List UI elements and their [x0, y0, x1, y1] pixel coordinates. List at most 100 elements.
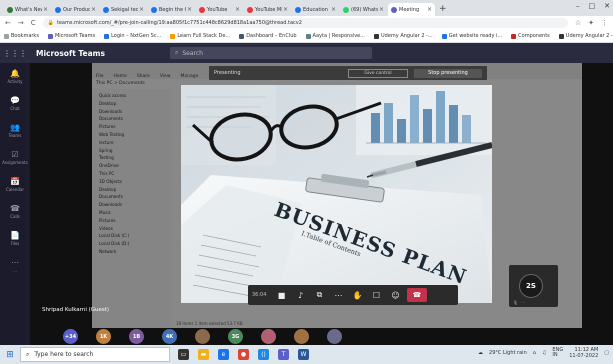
rail-item[interactable]: ☎ Calls [0, 198, 30, 225]
taskbar-search-input[interactable]: ⌕ Type here to search [20, 347, 170, 362]
clock[interactable]: 11:12 AM 11-07-2022 [569, 347, 598, 359]
network-icon[interactable]: ⌂ [533, 350, 536, 356]
participant-avatar[interactable] [327, 329, 342, 344]
participant-avatar[interactable]: 4K [162, 329, 177, 344]
tab-close-icon[interactable]: × [91, 6, 96, 13]
browser-tab[interactable]: Sekigal tech× [100, 3, 147, 16]
browser-tab[interactable]: Meeting × [388, 3, 435, 16]
give-control-button[interactable]: Give control [348, 68, 408, 78]
bookmark-item[interactable]: Udemy Angular 2 -... [374, 33, 433, 39]
tab-close-icon[interactable]: × [427, 6, 432, 13]
url-text: teams.microsoft.com/_#/pre-join-calling/… [56, 20, 302, 26]
browser-tab[interactable]: (69) WhatsApp× [340, 3, 387, 16]
reload-icon[interactable]: C [31, 19, 36, 27]
chat-icon[interactable]: ☐ [367, 288, 386, 302]
bookmark-item[interactable]: Aayta | Responsive... [305, 33, 365, 39]
back-icon[interactable]: ← [5, 19, 11, 27]
teams-icon: 👥 [10, 123, 20, 132]
browser-menu-icon[interactable]: ⋮ [601, 19, 608, 27]
bookmark-item[interactable]: Dashboard – EnClub [239, 33, 297, 39]
participant-avatar[interactable]: +34 [63, 329, 78, 344]
browser-tab[interactable]: YouTube × [196, 3, 243, 16]
browser-tab[interactable]: Begin the Go× [148, 3, 195, 16]
tab-close-icon[interactable]: × [379, 6, 384, 13]
participant-tile[interactable]: 2S 🎙 ⋯ [509, 265, 558, 307]
url-input[interactable]: 🔒 teams.microsoft.com/_#/pre-join-callin… [42, 18, 568, 28]
rail-item-label: Chat [10, 106, 20, 111]
edge-icon[interactable]: e [218, 349, 229, 360]
more-icon[interactable]: ⋯ [521, 300, 525, 305]
participant-avatar[interactable] [195, 329, 210, 344]
participant-avatar[interactable]: 3G [228, 329, 243, 344]
browser-tab[interactable]: YouTube Mix× [244, 3, 291, 16]
call-timer: 36:04 [252, 292, 267, 298]
bookmark-item[interactable]: Bookmarks [4, 33, 39, 39]
vscode-icon[interactable]: ⟨⟩ [258, 349, 269, 360]
browser-tab[interactable]: Our Products× [52, 3, 99, 16]
tab-title: Education [303, 6, 328, 13]
notifications-icon[interactable]: ▢ [604, 350, 609, 356]
photo-canvas: BUSINESS PLAN I.Table of Contents [181, 85, 492, 303]
mic-off-icon[interactable]: ♪ [291, 288, 310, 302]
rail-item[interactable]: ☑ Assignments [0, 144, 30, 171]
tab-close-icon[interactable]: × [235, 6, 240, 13]
language-indicator[interactable]: ENG IN [552, 348, 563, 358]
rail-item[interactable]: 💬 Chat [0, 90, 30, 117]
bookmark-item[interactable]: Components [511, 33, 550, 39]
bookmark-favicon-icon [239, 33, 245, 39]
bookmark-item[interactable]: Login – NxtGen Sc... [104, 33, 161, 39]
bookmark-item[interactable]: Learn Full Stack De... [170, 33, 230, 39]
tab-close-icon[interactable]: × [43, 6, 48, 13]
app-launcher-icon[interactable]: ⋮⋮⋮ [0, 49, 30, 58]
extensions-icon[interactable]: ✦ [588, 19, 594, 27]
participant-avatar[interactable]: 1K [96, 329, 111, 344]
file-explorer-icon[interactable]: ▬ [198, 349, 209, 360]
bookmark-item[interactable]: Microsoft Teams [47, 33, 95, 39]
participant-avatar[interactable] [261, 329, 276, 344]
tab-close-icon[interactable]: × [139, 6, 144, 13]
stop-presenting-button[interactable]: Stop presenting [414, 68, 482, 78]
volume-icon[interactable]: ♫ [542, 350, 546, 356]
leave-call-button[interactable]: ☎ [407, 288, 427, 302]
maximize-button[interactable]: □ [589, 2, 596, 10]
task-view-icon[interactable]: ▭ [178, 349, 189, 360]
minimize-button[interactable]: – [576, 2, 580, 10]
chrome-icon[interactable]: ● [238, 349, 249, 360]
camera-icon[interactable]: ■ [272, 288, 291, 302]
rail-item[interactable]: 👥 Teams [0, 117, 30, 144]
business-plan-photo: BUSINESS PLAN I.Table of Contents [181, 85, 492, 303]
new-tab-button[interactable]: + [439, 4, 447, 14]
rail-item-label: Assignments [2, 160, 28, 165]
bookmark-item[interactable]: Udemy Angular 2 -... [558, 33, 613, 39]
word-icon[interactable]: W [298, 349, 309, 360]
tab-close-icon[interactable]: × [283, 6, 288, 13]
tab-close-icon[interactable]: × [331, 6, 336, 13]
browser-tab[interactable]: Education × [292, 3, 339, 16]
share-screen-icon[interactable]: ⧉ [310, 288, 329, 302]
bookmark-favicon-icon [511, 33, 517, 39]
star-icon[interactable]: ☆ [575, 19, 581, 27]
rail-item[interactable]: ⋯... [0, 252, 30, 279]
explorer-nav-item: lecture [99, 139, 114, 145]
tab-close-icon[interactable]: × [187, 6, 192, 13]
participant-avatar[interactable]: 1B [129, 329, 144, 344]
participant-avatar[interactable] [294, 329, 309, 344]
forward-icon[interactable]: → [18, 19, 24, 27]
raise-hand-icon[interactable]: ✋ [348, 288, 367, 302]
browser-tab[interactable]: What's New × [4, 3, 51, 16]
weather-text[interactable]: 29°C Light rain [489, 350, 527, 356]
bookmark-item[interactable]: Get website ready i... [441, 33, 503, 39]
rail-item[interactable]: 📄 Files [0, 225, 30, 252]
bookmark-label: Get website ready i... [448, 33, 503, 39]
close-window-button[interactable]: ✕ [604, 2, 610, 10]
windows-start-icon[interactable]: ⊞ [0, 350, 20, 360]
more-actions-icon[interactable]: ⋯ [329, 288, 348, 302]
weather-icon[interactable]: ☁ [478, 350, 483, 356]
teams-app-icon[interactable]: T [278, 349, 289, 360]
search-input[interactable]: ⌕ Search [170, 47, 372, 59]
browser-tabs: What's New×Our Products×Sekigal tech×Beg… [4, 3, 436, 16]
rail-item[interactable]: 🔔 Activity [0, 63, 30, 90]
bookmark-favicon-icon [170, 33, 176, 39]
rail-item[interactable]: 📅 Calendar [0, 171, 30, 198]
participants-icon[interactable]: ☺ [386, 288, 405, 302]
